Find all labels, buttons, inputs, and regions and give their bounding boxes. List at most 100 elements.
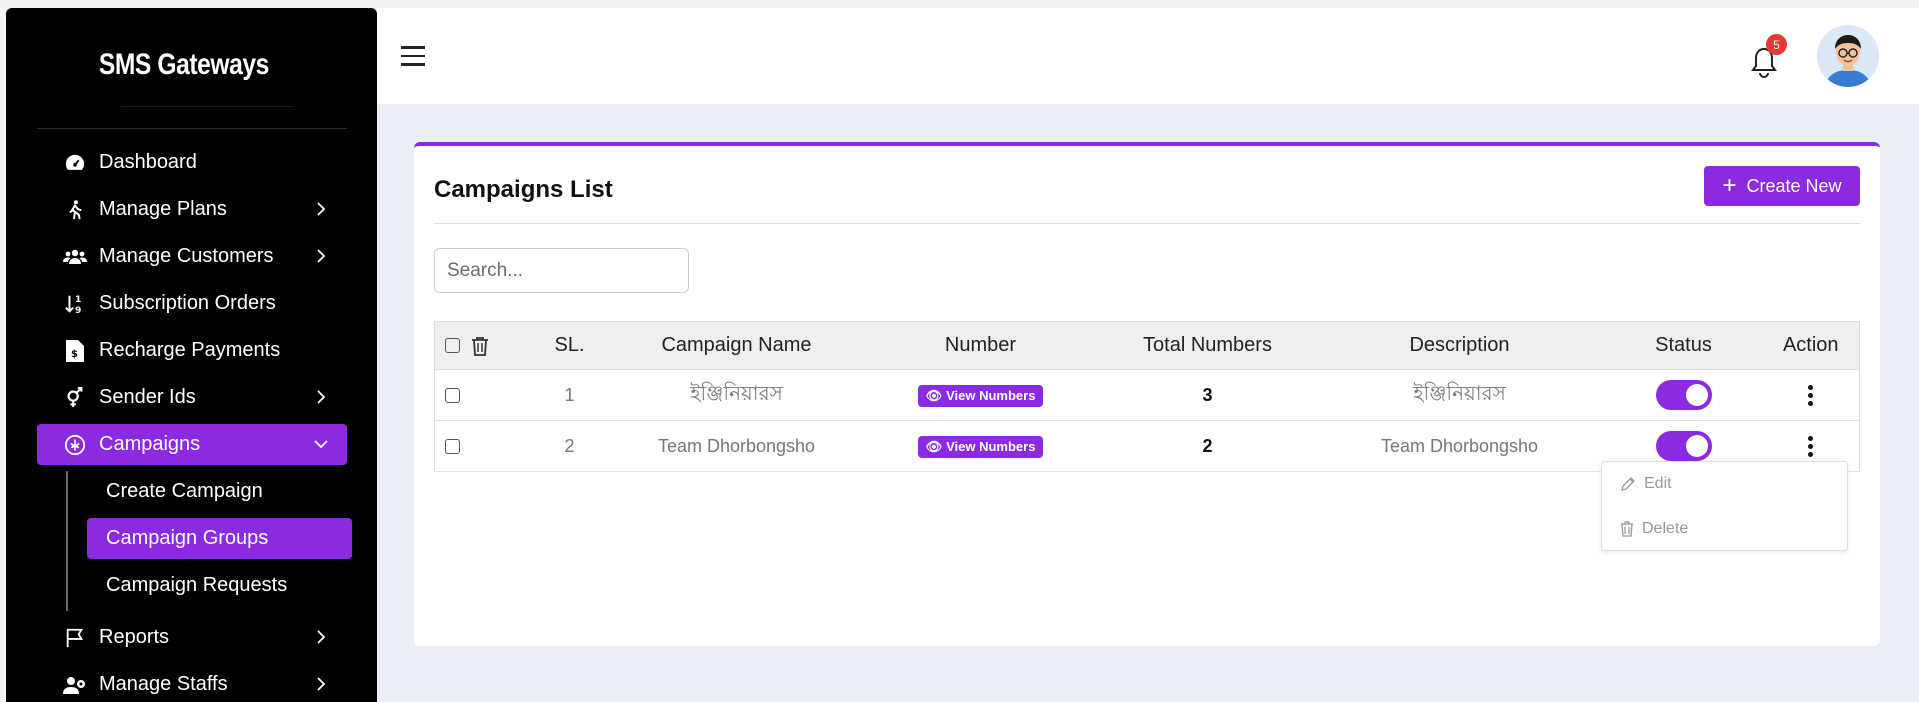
chevron-right-icon xyxy=(317,249,326,263)
sidebar-item-label: Manage Plans xyxy=(99,198,227,220)
gauge-icon xyxy=(63,151,87,175)
sidebar-item-label: Campaigns xyxy=(99,433,201,455)
sidebar-item-label: Recharge Payments xyxy=(99,339,281,361)
empty-cell xyxy=(470,420,527,472)
column-header-action: Action xyxy=(1762,321,1860,370)
status-toggle[interactable] xyxy=(1655,380,1712,410)
campaign-name-cell: Team Dhorbongsho xyxy=(612,420,861,472)
chevron-right-icon xyxy=(317,202,326,216)
user-avatar[interactable] xyxy=(1817,25,1879,87)
more-options-icon[interactable] xyxy=(1807,382,1814,409)
invoice-icon: $ xyxy=(63,339,87,363)
table-row: 1 ইঞ্জিনিয়ারস 👁 View Numbers 3 ইঞ্জিনিয়… xyxy=(434,369,1860,421)
sl-cell: 1 xyxy=(526,369,613,421)
sidebar-item-dashboard[interactable]: Dashboard xyxy=(37,142,347,183)
sidebar-item-recharge-payments[interactable]: $ Recharge Payments xyxy=(37,330,347,371)
more-options-icon[interactable] xyxy=(1807,433,1814,460)
trash-icon[interactable] xyxy=(471,336,489,356)
plus-icon: + xyxy=(1722,172,1737,199)
sidebar-item-reports[interactable]: Reports xyxy=(37,617,347,658)
brand-title: SMS Gateways xyxy=(98,48,270,81)
action-cell xyxy=(1762,369,1860,421)
column-header-number: Number xyxy=(860,321,1101,370)
submenu-item-campaign-groups[interactable]: Campaign Groups xyxy=(87,518,352,559)
row-checkbox[interactable] xyxy=(445,388,461,404)
total-numbers-cell: 2 xyxy=(1100,420,1315,472)
status-toggle[interactable] xyxy=(1655,431,1712,461)
description-cell: Team Dhorbongsho xyxy=(1314,420,1605,472)
create-new-button[interactable]: + Create New xyxy=(1704,166,1860,206)
status-cell xyxy=(1604,369,1763,421)
page-title: Campaigns List xyxy=(434,176,613,203)
sidebar-item-label: Reports xyxy=(99,626,170,648)
users-icon xyxy=(63,245,87,269)
chevron-right-icon xyxy=(317,630,326,644)
menu-divider xyxy=(37,128,347,129)
campaigns-card: Campaigns List + Create New SL. Campaign… xyxy=(414,142,1880,646)
sidebar-item-manage-customers[interactable]: Manage Customers xyxy=(37,236,347,277)
column-header-total-numbers: Total Numbers xyxy=(1100,321,1315,370)
edit-menu-item[interactable]: Edit xyxy=(1620,472,1672,496)
view-numbers-label: View Numbers xyxy=(946,439,1036,454)
column-header-campaign-name: Campaign Name xyxy=(612,321,861,370)
brand-divider xyxy=(121,106,294,107)
eye-icon: 👁 xyxy=(925,387,943,403)
sidebar-item-label: Sender Ids xyxy=(99,386,196,408)
bulk-delete-cell xyxy=(470,321,527,370)
submenu-rail xyxy=(66,471,68,611)
column-header-description: Description xyxy=(1314,321,1605,370)
staff-icon xyxy=(63,673,87,697)
pencil-icon xyxy=(1621,477,1635,491)
walking-icon xyxy=(63,198,87,222)
select-all-checkbox[interactable] xyxy=(445,338,461,354)
total-numbers-cell: 3 xyxy=(1100,369,1315,421)
trash-icon xyxy=(1621,521,1633,537)
delete-menu-item[interactable]: Delete xyxy=(1620,517,1688,541)
view-numbers-label: View Numbers xyxy=(946,388,1036,403)
row-select-cell xyxy=(434,420,471,472)
chevron-right-icon xyxy=(317,677,326,691)
number-cell: 👁 View Numbers xyxy=(860,369,1101,421)
card-divider xyxy=(434,223,1860,224)
svg-text:1: 1 xyxy=(75,294,81,305)
view-numbers-button[interactable]: 👁 View Numbers xyxy=(917,435,1044,458)
select-all-cell xyxy=(434,321,471,370)
campaign-icon xyxy=(63,433,87,457)
flag-icon xyxy=(63,626,87,650)
eye-icon: 👁 xyxy=(925,438,943,454)
submenu-item-campaign-requests[interactable]: Campaign Requests xyxy=(87,565,352,606)
sl-cell: 2 xyxy=(526,420,613,472)
empty-cell xyxy=(470,369,527,421)
sidebar-item-manage-plans[interactable]: Manage Plans xyxy=(37,189,347,230)
campaigns-table: SL. Campaign Name Number Total Numbers D… xyxy=(434,321,1860,472)
column-header-status: Status xyxy=(1604,321,1763,370)
sidebar-item-label: Manage Customers xyxy=(99,245,274,267)
svg-text:$: $ xyxy=(71,349,78,360)
row-select-cell xyxy=(434,369,471,421)
sidebar-item-label: Dashboard xyxy=(99,151,197,173)
number-cell: 👁 View Numbers xyxy=(860,420,1101,472)
sidebar-item-label: Manage Staffs xyxy=(99,673,228,695)
row-checkbox[interactable] xyxy=(445,439,461,455)
campaign-name-cell: ইঞ্জিনিয়ারস xyxy=(612,369,861,421)
sidebar: SMS Gateways Dashboard Manage Plans Mana… xyxy=(6,8,377,702)
view-numbers-button[interactable]: 👁 View Numbers xyxy=(917,384,1044,407)
gender-icon xyxy=(63,386,87,410)
sidebar-item-campaigns[interactable]: Campaigns xyxy=(37,424,347,465)
sidebar-item-sender-ids[interactable]: Sender Ids xyxy=(37,377,347,418)
chevron-right-icon xyxy=(317,390,326,404)
main-content: Campaigns List + Create New SL. Campaign… xyxy=(377,104,1919,702)
hamburger-menu-icon[interactable] xyxy=(401,46,425,68)
sidebar-item-manage-staffs[interactable]: Manage Staffs xyxy=(37,664,347,702)
action-dropdown-menu: Edit Delete xyxy=(1601,461,1848,551)
submenu-item-create-campaign[interactable]: Create Campaign xyxy=(87,471,352,512)
search-input[interactable] xyxy=(434,248,689,293)
notification-badge: 5 xyxy=(1766,34,1787,55)
sidebar-item-label: Subscription Orders xyxy=(99,292,276,314)
create-new-label: Create New xyxy=(1746,175,1842,196)
campaigns-submenu: Create Campaign Campaign Groups Campaign… xyxy=(37,471,352,611)
sort-icon: 19 xyxy=(63,292,87,316)
column-header-sl: SL. xyxy=(526,321,613,370)
sidebar-item-subscription-orders[interactable]: 19 Subscription Orders xyxy=(37,283,347,324)
chevron-down-icon xyxy=(314,440,328,449)
